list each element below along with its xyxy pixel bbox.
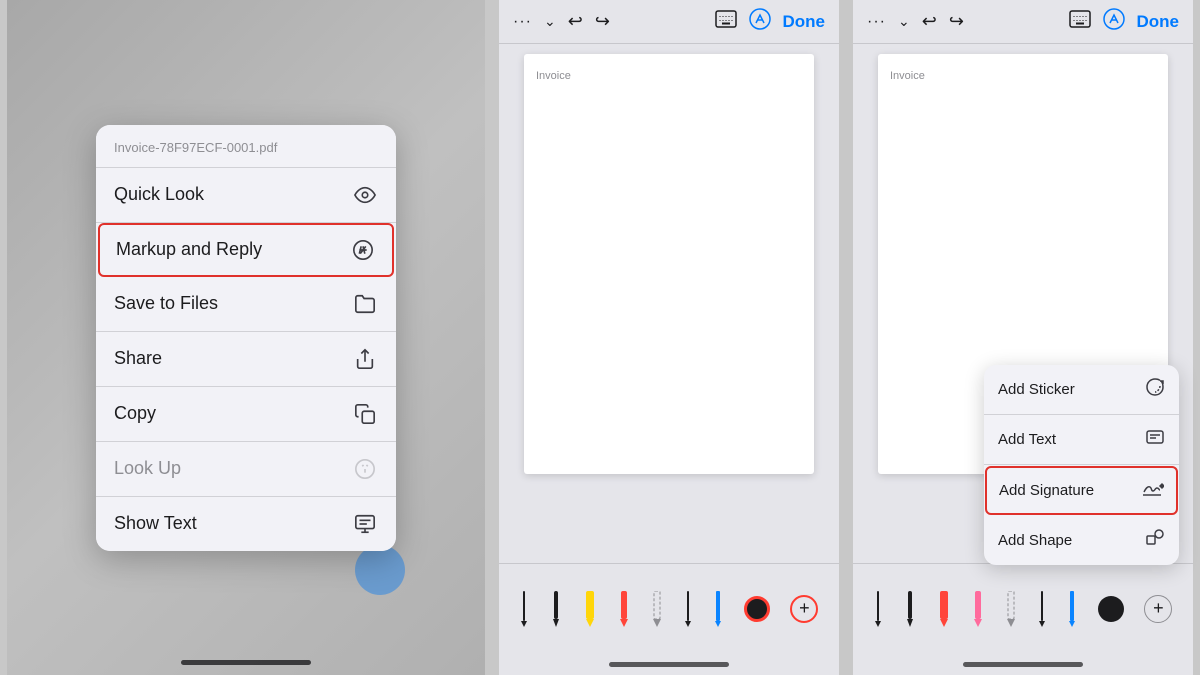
undo-button[interactable]: ↩ (568, 11, 583, 32)
home-bar-3 (963, 662, 1083, 667)
pen-tool-3-1[interactable] (873, 591, 883, 627)
menu-item-markup-reply[interactable]: Markup and Reply (98, 223, 394, 277)
menu-item-show-text[interactable]: Show Text (96, 497, 396, 551)
share-icon (352, 346, 378, 372)
save-files-label: Save to Files (114, 293, 218, 314)
pen-tool-1[interactable] (519, 591, 529, 627)
popup-item-add-sticker[interactable]: Add Sticker (984, 365, 1179, 415)
filename-label: Invoice-78F97ECF-0001.pdf (114, 140, 277, 155)
copy-icon (352, 401, 378, 427)
pen-tool-3-thin[interactable] (1038, 591, 1046, 627)
drawing-toolbar-3: + (853, 563, 1193, 653)
add-options-popup: Add Sticker Add Text Add S (984, 365, 1179, 565)
show-text-label: Show Text (114, 513, 197, 534)
popup-item-add-shape[interactable]: Add Shape (984, 516, 1179, 565)
redo-button-3[interactable]: ↪ (949, 11, 964, 32)
popup-item-add-text[interactable]: Add Text (984, 415, 1179, 465)
more-dots-3[interactable]: ··· (867, 13, 886, 31)
context-menu: Invoice-78F97ECF-0001.pdf Quick Look Mar… (96, 125, 396, 551)
chevron-down-icon[interactable]: ⌄ (544, 13, 556, 30)
pen-tool-striped[interactable] (651, 591, 663, 627)
markup-tool-icon-3[interactable] (1103, 8, 1125, 35)
pen-tool-3-striped[interactable] (1005, 591, 1017, 627)
pen-tool-thin[interactable] (684, 591, 692, 627)
color-picker-3[interactable] (1098, 596, 1124, 622)
toolbar-right-group-3: Done (1069, 8, 1180, 35)
menu-item-quick-look[interactable]: Quick Look (96, 168, 396, 223)
pen-tool-red[interactable] (618, 591, 630, 627)
pen-tool-3-pink[interactable] (972, 591, 984, 627)
add-tool-button-3[interactable]: + (1144, 595, 1172, 623)
done-button[interactable]: Done (783, 12, 826, 32)
pen-tool-yellow[interactable] (583, 591, 597, 627)
pen-tool-3-red[interactable] (937, 591, 951, 627)
top-toolbar-3: ··· ⌄ ↩ ↪ (853, 0, 1193, 44)
top-toolbar: ··· ⌄ ↩ ↪ (499, 0, 839, 44)
more-dots[interactable]: ··· (513, 13, 532, 31)
drawing-toolbar: + (499, 563, 839, 653)
home-indicator-2 (499, 653, 839, 675)
done-button-3[interactable]: Done (1137, 12, 1180, 32)
toolbar-right-group: Done (715, 8, 826, 35)
pen-tool-blue[interactable] (713, 591, 723, 627)
signature-icon (1142, 478, 1164, 503)
keyboard-icon-3[interactable] (1069, 10, 1091, 33)
show-text-icon (352, 511, 378, 537)
home-indicator (181, 660, 311, 665)
document-page: Invoice (524, 54, 814, 474)
add-text-label: Add Text (998, 431, 1056, 448)
eye-icon (352, 182, 378, 208)
menu-item-share[interactable]: Share (96, 332, 396, 387)
folder-icon (352, 291, 378, 317)
add-shape-label: Add Shape (998, 532, 1072, 549)
sticker-icon (1145, 377, 1165, 402)
shape-icon (1145, 528, 1165, 553)
home-bar (609, 662, 729, 667)
menu-item-save-files[interactable]: Save to Files (96, 277, 396, 332)
add-sticker-label: Add Sticker (998, 381, 1075, 398)
pen-tool-2[interactable] (550, 591, 562, 627)
document-area: Invoice (499, 44, 839, 563)
menu-item-copy[interactable]: Copy (96, 387, 396, 442)
chevron-down-icon-3[interactable]: ⌄ (898, 13, 910, 30)
invoice-label: Invoice (536, 70, 571, 82)
add-tool-button[interactable]: + (790, 595, 818, 623)
share-label: Share (114, 348, 162, 369)
undo-button-3[interactable]: ↩ (922, 11, 937, 32)
color-picker[interactable] (744, 596, 770, 622)
text-box-icon (1145, 427, 1165, 452)
popup-item-add-signature[interactable]: Add Signature (985, 466, 1178, 515)
keyboard-icon[interactable] (715, 10, 737, 33)
blue-circle-decoration (355, 545, 405, 595)
pen-tool-3-blue[interactable] (1067, 591, 1077, 627)
markup-tool-icon[interactable] (749, 8, 771, 35)
info-icon (352, 456, 378, 482)
panel-add-signature: ··· ⌄ ↩ ↪ (853, 0, 1193, 675)
invoice-label-3: Invoice (890, 70, 925, 82)
markup-reply-label: Markup and Reply (116, 239, 262, 260)
look-up-label: Look Up (114, 458, 181, 479)
home-indicator-3 (853, 653, 1193, 675)
panel-context-menu: Invoice-78F97ECF-0001.pdf Quick Look Mar… (7, 0, 485, 675)
copy-label: Copy (114, 403, 156, 424)
add-signature-label: Add Signature (999, 482, 1094, 499)
context-menu-header: Invoice-78F97ECF-0001.pdf (96, 125, 396, 168)
panel-markup-editor: ··· ⌄ ↩ ↪ (499, 0, 839, 675)
menu-item-look-up[interactable]: Look Up (96, 442, 396, 497)
toolbar-left-group-3: ··· ⌄ ↩ ↪ (867, 11, 964, 32)
redo-button[interactable]: ↪ (595, 11, 610, 32)
markup-icon (350, 237, 376, 263)
toolbar-left-group: ··· ⌄ ↩ ↪ (513, 11, 610, 32)
quick-look-label: Quick Look (114, 184, 204, 205)
pen-tool-3-2[interactable] (904, 591, 916, 627)
